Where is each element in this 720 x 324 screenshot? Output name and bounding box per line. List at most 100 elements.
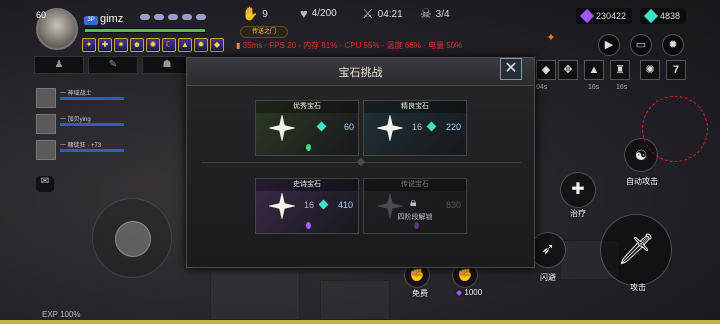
- skill-icon[interactable]: ✺: [640, 60, 660, 80]
- helmet-icon[interactable]: ☗: [142, 56, 192, 74]
- team-member[interactable]: 一 加贝ying: [36, 114, 126, 136]
- stage-count: ☠ 3/4: [420, 6, 450, 21]
- avatar: [36, 88, 56, 108]
- attack-label: 攻击: [630, 283, 646, 292]
- chat-icon[interactable]: ✉: [36, 176, 54, 192]
- avatar: [36, 114, 56, 134]
- unlock-requirement: 四阶段解锁: [397, 214, 433, 221]
- team-member-hp-bar: [60, 149, 124, 152]
- skill-icon[interactable]: ◆: [536, 60, 556, 80]
- skill-icon[interactable]: ✥: [558, 60, 578, 80]
- dialog-title: 宝石挑战: [338, 67, 383, 79]
- drop-icon: [414, 222, 419, 229]
- teal-currency[interactable]: 4838: [640, 8, 687, 24]
- player-hp-bar: [84, 28, 206, 33]
- lock-icon: 🔒︎: [410, 195, 417, 209]
- gem-challenge-dialog: 宝石挑战 ✕ 优秀宝石 60 精良宝石 16 220 史诗宝石 16 410 传…: [186, 57, 535, 268]
- cooldown-label: 16s: [616, 84, 628, 91]
- hand-icon: ✋: [242, 6, 259, 21]
- buff-icon[interactable]: ◆: [210, 38, 224, 52]
- dodge-label: 闪避: [540, 273, 556, 282]
- heal-button[interactable]: ✚: [560, 172, 596, 208]
- card-value: 410: [338, 200, 354, 210]
- card-stage: 16: [304, 200, 315, 210]
- drop-icon: [306, 144, 311, 151]
- player-name: gimz: [100, 13, 124, 25]
- team-member-name: 一 加贝ying: [60, 117, 91, 123]
- gem-card-epic[interactable]: 史诗宝石 16 410: [255, 178, 359, 234]
- hp-count: ♥ 4/200: [300, 6, 337, 21]
- skill-icon[interactable]: 7: [666, 60, 686, 80]
- exp-fill: [0, 320, 720, 324]
- dodge-button[interactable]: ➶: [530, 232, 566, 268]
- player-hp-fill: [85, 29, 205, 32]
- status-pip: [140, 14, 150, 20]
- feather-icon[interactable]: ✎: [88, 56, 138, 74]
- team-member-hp-bar: [60, 97, 124, 100]
- gem-card-legendary[interactable]: 传说宝石 830 🔒︎ 四阶段解锁: [363, 178, 467, 234]
- teal-gem-icon: [426, 121, 437, 132]
- buff-bar: ✦ ✚ ✷ ☻ ✺ ☾ ▲ ✹ ◆: [82, 38, 224, 52]
- team-member[interactable]: 一 赌徒狂 · +73: [36, 140, 126, 162]
- team-member-hp-bar: [60, 123, 124, 126]
- exp-bar: [0, 320, 720, 324]
- attack-button[interactable]: 🗡: [600, 214, 672, 286]
- status-pips: [140, 14, 206, 20]
- joystick-knob[interactable]: [115, 221, 151, 257]
- auto-attack-button[interactable]: ☯: [624, 138, 658, 172]
- drop-icon: [306, 222, 311, 229]
- status-pip: [196, 14, 206, 20]
- card-title: 传说宝石: [364, 179, 466, 191]
- swords-icon: ⚔: [362, 6, 374, 21]
- heart-icon: ♥: [300, 6, 308, 21]
- skill-icon[interactable]: ▲: [584, 60, 604, 80]
- skull-icon: ☠: [420, 6, 432, 21]
- buff-icon[interactable]: ▲: [178, 38, 192, 52]
- card-value: 830: [446, 200, 462, 210]
- cost-label: ◆ 1000: [456, 288, 483, 297]
- gem-card-excellent[interactable]: 优秀宝石 60: [255, 100, 359, 156]
- play-icon[interactable]: ▶: [598, 34, 620, 56]
- divider-ornament: [356, 157, 366, 167]
- chat-box-icon[interactable]: ▭: [630, 34, 652, 56]
- auto-attack-label: 自动攻击: [626, 177, 658, 186]
- floor-tile: [210, 270, 300, 320]
- status-pip: [182, 14, 192, 20]
- team-member-name: 一 神域战士: [60, 91, 92, 97]
- purple-gem-icon: ◆: [456, 288, 463, 297]
- buff-icon[interactable]: ✷: [114, 38, 128, 52]
- movement-joystick[interactable]: [92, 198, 172, 278]
- free-label: 免费: [412, 289, 428, 298]
- gem-card-fine[interactable]: 精良宝石 16 220: [363, 100, 467, 156]
- signal-icon: ▮: [236, 41, 243, 50]
- equipment-slots: ♟ ✎ ☗: [34, 56, 192, 74]
- skill-icon[interactable]: ♜: [610, 60, 630, 80]
- timer: ⚔ 04:21: [362, 6, 403, 21]
- close-icon[interactable]: ✕: [500, 58, 522, 80]
- buff-icon[interactable]: ☾: [162, 38, 176, 52]
- performance-readout: ▮ 35ms · FPS 20 · 内存 81% · CPU 55% · 温度 …: [236, 41, 463, 50]
- buff-icon[interactable]: ✺: [146, 38, 160, 52]
- portal-label[interactable]: 传送之门: [240, 26, 288, 38]
- avatar: [36, 140, 56, 160]
- buff-icon[interactable]: ✹: [194, 38, 208, 52]
- cooldown-label: 16s: [588, 84, 600, 91]
- buff-icon[interactable]: ✚: [98, 38, 112, 52]
- compass-star-icon: [268, 114, 296, 142]
- card-value: 60: [344, 122, 355, 132]
- purple-gem-icon: [579, 8, 595, 24]
- person-icon[interactable]: ♟: [34, 56, 84, 74]
- torch-icon: ✦: [546, 32, 556, 44]
- player-level: 60: [36, 10, 47, 20]
- status-pip: [154, 14, 164, 20]
- team-member[interactable]: 一 神域战士: [36, 88, 126, 110]
- purple-currency[interactable]: 230422: [576, 8, 633, 24]
- buff-icon[interactable]: ☻: [130, 38, 144, 52]
- gear-icon[interactable]: ✹: [662, 34, 684, 56]
- card-title: 优秀宝石: [256, 101, 358, 113]
- vip-badge: 3P: [84, 16, 98, 25]
- buff-icon[interactable]: ✦: [82, 38, 96, 52]
- teal-gem-icon: [318, 199, 329, 210]
- card-title: 精良宝石: [364, 101, 466, 113]
- floor-tile: [320, 280, 390, 320]
